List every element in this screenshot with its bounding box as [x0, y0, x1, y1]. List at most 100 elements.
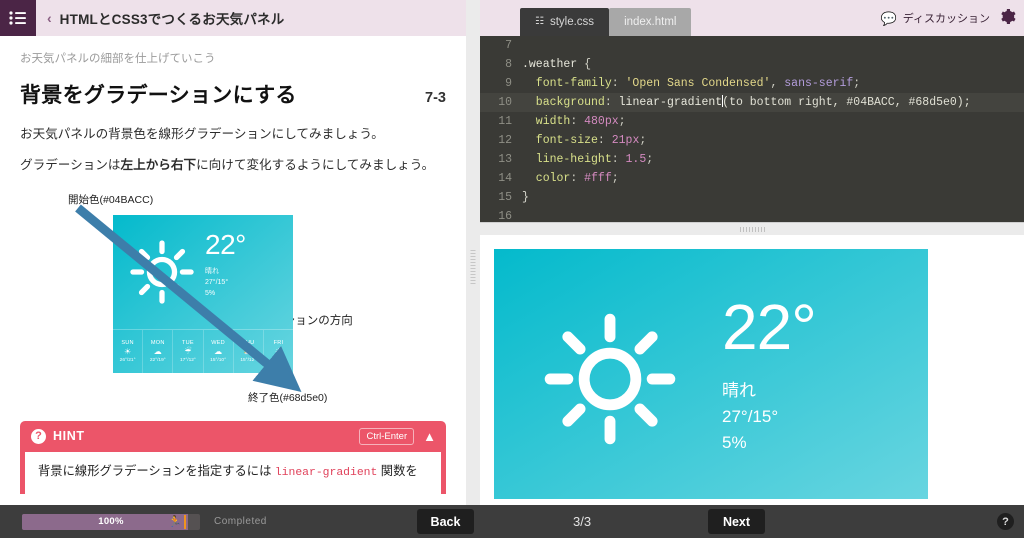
forecast-day: MON ☁ 22°/19° [143, 329, 174, 373]
hint-text-pre: 背景に線形グラデーションを指定するには [38, 463, 275, 478]
forecast-day: WED ☁ 15°/10° [204, 329, 234, 373]
code-line[interactable]: 11 width: 480px; [480, 112, 1024, 131]
line-number: 10 [498, 96, 512, 109]
lesson-subtitle: お天気パネルの細部を仕上げていこう [20, 53, 216, 65]
preview-pane: 22° 晴れ 27°/15° 5% [480, 235, 1024, 505]
progress-bar: 100% 🏃 [22, 513, 200, 530]
css-brace: { [577, 58, 592, 71]
gear-icon[interactable] [999, 8, 1016, 29]
sun-icon: ☀ [124, 346, 132, 356]
css-property: font-size [522, 134, 598, 147]
forecast-day-name: WED [211, 339, 225, 346]
editor-tabs: ☷ style.css index.html [520, 8, 692, 36]
gradient-end-label: 終了色(#68d5e0) [248, 391, 328, 404]
hint-shortcut-badge[interactable]: Ctrl-Enter [359, 427, 415, 445]
illustration-card-details: 晴れ 27°/15° 5% [205, 266, 246, 300]
code-line[interactable]: 8 .weather { [480, 55, 1024, 74]
sun-icon [544, 313, 676, 445]
editor-header-actions: 💬 ディスカッション [881, 0, 1016, 36]
hint-panel: ? HINT Ctrl-Enter ▲ 背景に線形グラデーションを指定するには … [20, 420, 446, 494]
pane-resize-handle[interactable] [470, 250, 476, 284]
paragraph-2-pre: グラデーションは [20, 158, 121, 173]
preview-condition: 晴れ [722, 380, 756, 400]
preview-details: 晴れ 27°/15° 5% [722, 378, 816, 457]
bottom-bar: 100% 🏃 Completed Back 3/3 Next ? [0, 505, 1024, 538]
editor-pane: ☷ style.css index.html 💬 ディスカッション 7 8 .w… [480, 0, 1024, 505]
hint-code-token: linear-gradient [274, 466, 378, 479]
css-property: line-height [522, 153, 612, 166]
question-mark-icon: ? [31, 428, 46, 444]
css-property: font-family [522, 77, 612, 90]
line-number: 8 [505, 58, 512, 71]
forecast-day: TUE ☔ 17°/12° [173, 329, 204, 373]
css-function-args: (to bottom right, #04BACC, #68d5e0); [722, 96, 971, 109]
forecast-day: SUN ☀ 26°/21° [113, 329, 144, 373]
line-number: 9 [505, 77, 512, 90]
forecast-day-temp: 20° [274, 357, 283, 363]
sun-icon [130, 239, 194, 304]
css-comma: , [770, 77, 785, 90]
css-value: 21px [611, 134, 640, 147]
lesson-app: ‹ HTMLとCSS3でつくるお天気パネル お天気パネルの細部を仕上げていこう … [0, 0, 1024, 538]
line-number: 12 [498, 134, 512, 147]
back-button[interactable]: Back [417, 509, 474, 534]
css-colon: : [570, 172, 585, 185]
css-semicolon: ; [618, 115, 626, 128]
forecast-day-temp: 17°/12° [180, 357, 196, 363]
paragraph-2-emphasis: 左上から右下 [120, 158, 197, 173]
code-line[interactable]: 16 [480, 207, 1024, 222]
forecast-day-name: SUN [121, 339, 134, 346]
css-keyword: sans-serif [784, 77, 854, 90]
forecast-day-name: TUE [182, 339, 194, 346]
splitter-grip[interactable] [739, 226, 765, 232]
code-line[interactable]: 15 } [480, 188, 1024, 207]
hint-label: HINT [53, 429, 85, 443]
css-colon: : [611, 153, 626, 166]
illustration-high-low: 27°/15° [205, 278, 229, 286]
illustration-condition: 晴れ [205, 267, 219, 275]
next-button[interactable]: Next [708, 509, 765, 534]
code-content: line-height: 1.5; [522, 150, 653, 169]
status-badge: Completed [214, 516, 267, 527]
pane-divider[interactable] [466, 0, 480, 505]
code-line[interactable]: 14 color: #fff; [480, 169, 1024, 188]
tab-style-css[interactable]: ☷ style.css [520, 8, 610, 36]
code-line[interactable]: 9 font-family: 'Open Sans Condensed', sa… [480, 74, 1024, 93]
hint-header[interactable]: ? HINT Ctrl-Enter ▲ [20, 421, 446, 452]
discussion-link[interactable]: 💬 ディスカッション [881, 10, 990, 26]
lesson-header: ‹ HTMLとCSS3でつくるお天気パネル [0, 0, 466, 36]
css-colon: : [597, 134, 612, 147]
code-content: color: #fff; [522, 169, 619, 188]
css-selector: .weather [522, 58, 578, 71]
line-number: 7 [505, 39, 512, 52]
illustration-weather-card: 22° 晴れ 27°/15° 5% SUN ☀ 26°/21° MON ☁ 22°/19°… [113, 214, 293, 373]
code-content: font-size: 21px; [522, 131, 646, 150]
course-title: HTMLとCSS3でつくるお天気パネル [59, 12, 285, 27]
forecast-day-name: FRI [273, 339, 284, 346]
partly-cloudy-icon: ⛅ [243, 346, 254, 356]
gradient-illustration: 開始色(#04BACC) 終了色(#68d5e0) グラデーションの方向 22°… [20, 188, 446, 413]
code-line-active[interactable]: 10 background: linear-gradient(to bottom… [480, 93, 1024, 112]
code-editor[interactable]: 7 8 .weather { 9 font-family: 'Open Sans… [480, 36, 1024, 222]
page-title: 背景をグラデーションにする [20, 84, 297, 107]
line-number: 15 [498, 191, 512, 204]
preview-temperature: 22° [722, 291, 817, 363]
code-line[interactable]: 13 line-height: 1.5; [480, 150, 1024, 169]
css-string: 'Open Sans Condensed' [625, 77, 771, 90]
lesson-paragraph-1: お天気パネルの背景色を線形グラデーションにしてみましょう。 [20, 127, 384, 141]
hamburger-icon[interactable] [0, 0, 36, 36]
tab-index-html[interactable]: index.html [609, 8, 692, 36]
line-number: 11 [498, 115, 512, 128]
code-line[interactable]: 7 [480, 36, 1024, 55]
preview-weather-card: 22° 晴れ 27°/15° 5% [494, 249, 928, 499]
css-colon: : [611, 77, 626, 90]
back-chevron-icon[interactable]: ‹ [47, 11, 52, 25]
illustration-precipitation: 5% [205, 289, 216, 297]
code-line[interactable]: 12 font-size: 21px; [480, 131, 1024, 150]
editor-preview-splitter[interactable] [480, 222, 1024, 235]
chevron-up-icon[interactable]: ▲ [423, 430, 436, 443]
cloud-icon: ☁ [153, 346, 162, 356]
editor-header: ☷ style.css index.html 💬 ディスカッション [480, 0, 1024, 36]
help-button[interactable]: ? [997, 513, 1014, 530]
css-semicolon: ; [611, 172, 619, 185]
